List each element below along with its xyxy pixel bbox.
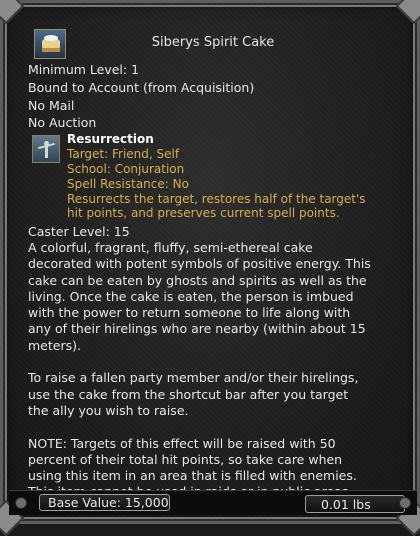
description-line: cake can be eaten by ghosts and spirits … [28,272,367,288]
description-line: To raise a fallen party member and/or th… [28,370,359,386]
base-value: Base Value: 15,000 [48,495,169,510]
spell-name: Resurrection [67,132,154,146]
spell-school: School: Conjuration [67,162,185,176]
item-title: Siberys Spirit Cake [151,35,275,50]
description-line: living. Once the cake is eaten, the pers… [28,288,354,304]
description-line: using this item in an area that is fille… [28,468,357,484]
item-weight: 0.01 lbs [321,497,371,512]
caster-level: Caster Level: 15 [28,224,130,239]
item-tooltip: Siberys Spirit Cake Minimum Level: 1 Bou… [0,0,420,536]
property-no-mail: No Mail [28,98,75,113]
description-line: meters). [28,337,81,353]
description-line: decorated with potent symbols of positiv… [28,256,371,272]
rivet-ornament [15,497,27,509]
item-description: A colorful, fragrant, fluffy, semi-ether… [28,240,400,501]
description-line: A colorful, fragrant, fluffy, semi-ether… [28,240,313,255]
property-no-auction: No Auction [28,115,97,130]
frame-corner-ornament [395,0,420,25]
description-line: with the power to return someone to life… [28,305,351,321]
description-line: any of their hirelings who are nearby (w… [28,321,366,337]
description-line [28,354,400,370]
resurrection-icon [32,135,60,163]
description-line: NOTE: Targets of this effect will be rai… [28,435,336,451]
spell-effect-line: Resurrects the target, restores half of … [67,192,366,206]
property-minimum-level: Minimum Level: 1 [28,62,140,77]
rivet-ornament [399,497,411,509]
description-line: percent of their total hit points, so ta… [28,451,343,467]
spell-effect-line: hit points, and preserves current spell … [67,206,340,220]
frame-corner-ornament [0,0,25,25]
tooltip-footer: Base Value: 15,000 0.01 lbs [9,490,417,515]
description-line [28,419,400,435]
description-line: the ally you wish to raise. [28,402,189,418]
spell-resistance: Spell Resistance: No [67,177,189,191]
spell-target: Target: Friend, Self [67,147,180,161]
description-line: use the cake from the shortcut bar after… [28,386,349,402]
property-bound: Bound to Account (from Acquisition) [28,80,255,95]
